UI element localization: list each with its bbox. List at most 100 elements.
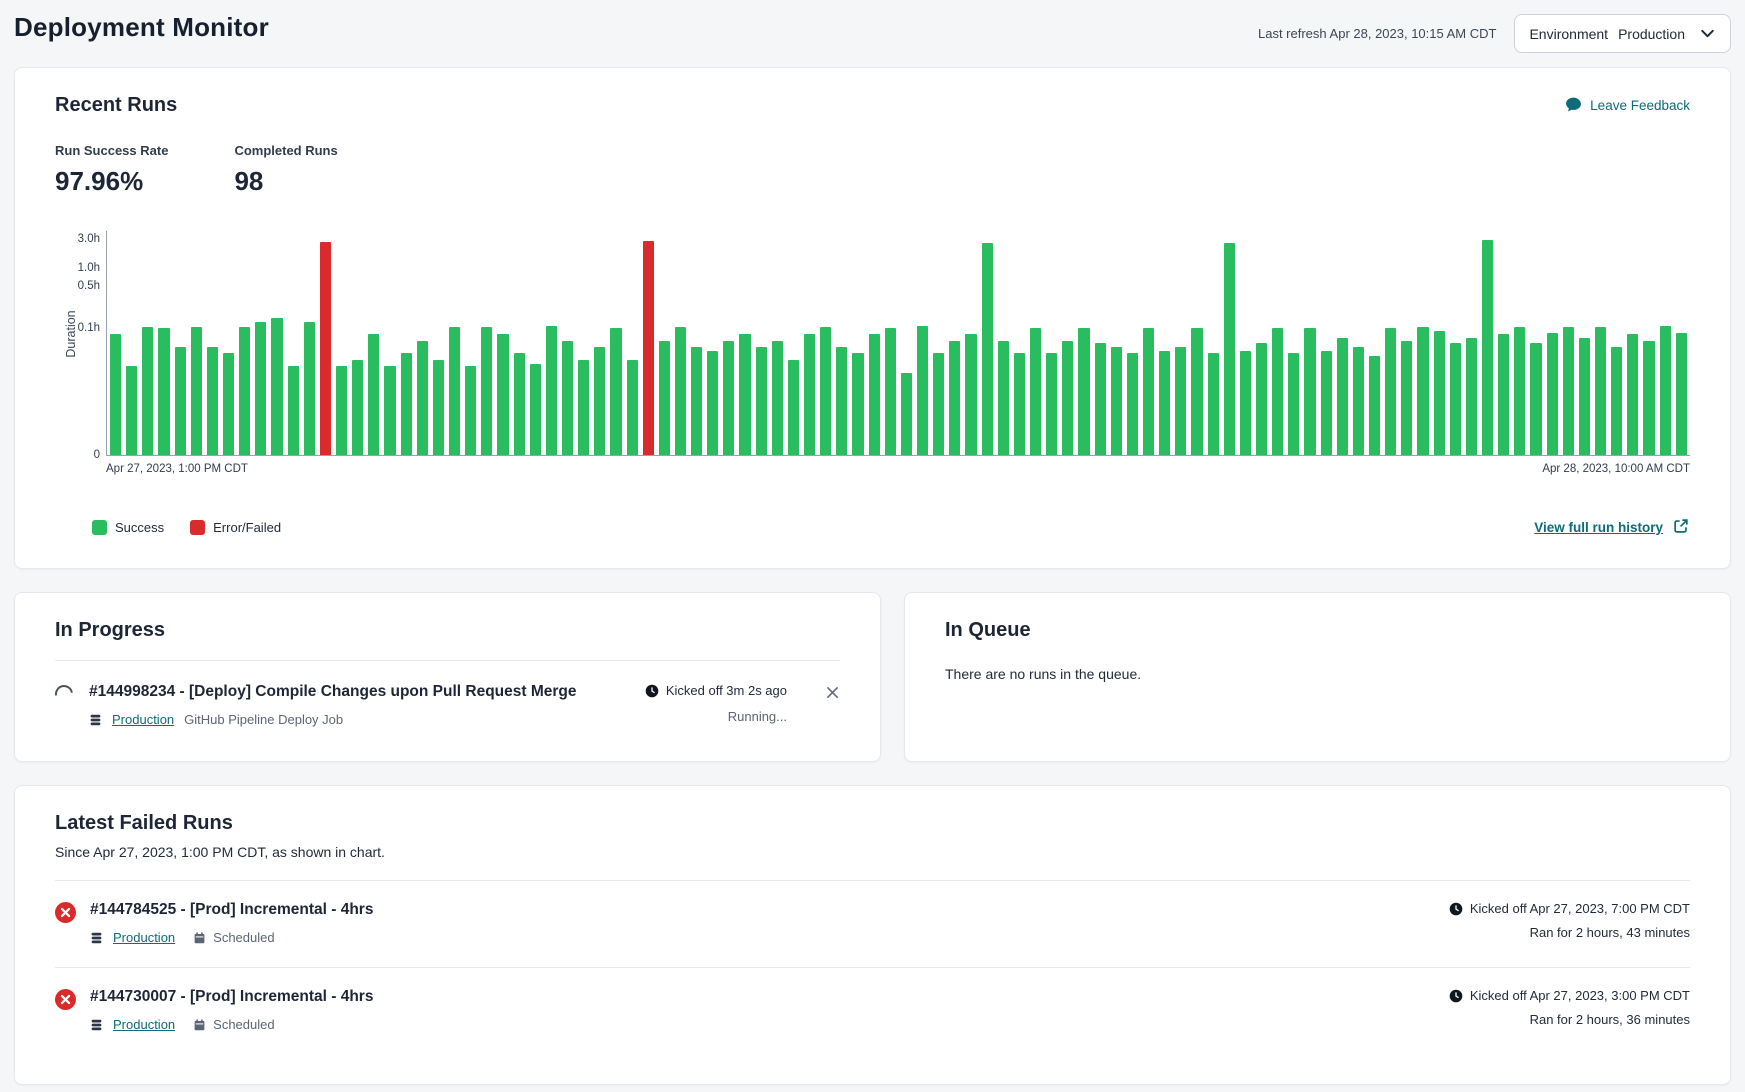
chart-bar-success[interactable]	[982, 243, 993, 455]
chart-bar-success[interactable]	[1030, 328, 1041, 455]
chart-bar-success[interactable]	[1288, 353, 1299, 455]
chart-bar-success[interactable]	[1385, 328, 1396, 455]
chart-bar-success[interactable]	[594, 347, 605, 455]
chart-bar-success[interactable]	[255, 322, 266, 455]
chart-bar-success[interactable]	[1450, 343, 1461, 455]
chart-bar-success[interactable]	[1530, 343, 1541, 455]
chart-bar-success[interactable]	[223, 353, 234, 455]
environment-link[interactable]: Production	[112, 712, 174, 727]
chart-bar-success[interactable]	[158, 328, 169, 455]
chart-bar-success[interactable]	[804, 334, 815, 455]
chart-bar-success[interactable]	[271, 318, 282, 455]
chart-bar-success[interactable]	[691, 347, 702, 455]
chart-bar-success[interactable]	[1417, 327, 1428, 455]
chart-bar-success[interactable]	[1676, 333, 1687, 455]
chart-bar-success[interactable]	[384, 366, 395, 455]
chart-bar-success[interactable]	[449, 327, 460, 455]
chart-bar-success[interactable]	[1159, 351, 1170, 455]
chart-bar-success[interactable]	[1046, 353, 1057, 455]
chart-bar-success[interactable]	[869, 334, 880, 455]
chart-bar-success[interactable]	[239, 327, 250, 455]
chart-bar-success[interactable]	[1498, 334, 1509, 455]
chart-bar-success[interactable]	[1095, 343, 1106, 455]
chart-bar-success[interactable]	[1337, 338, 1348, 455]
chart-bar-success[interactable]	[1611, 347, 1622, 455]
chart-bar-success[interactable]	[1304, 328, 1315, 456]
environment-dropdown[interactable]: Environment Production	[1514, 14, 1731, 53]
chart-bar-success[interactable]	[739, 334, 750, 455]
chart-bar-success[interactable]	[401, 353, 412, 455]
chart-bar-success[interactable]	[1547, 333, 1558, 455]
close-icon[interactable]	[825, 685, 840, 705]
chart-bar-success[interactable]	[191, 327, 202, 455]
chart-bar-success[interactable]	[901, 373, 912, 456]
chart-bar-success[interactable]	[998, 341, 1009, 455]
chart-bar-success[interactable]	[1353, 347, 1364, 455]
chart-bar-success[interactable]	[1369, 356, 1380, 455]
chart-bar-success[interactable]	[659, 341, 670, 455]
chart-bar-success[interactable]	[1643, 341, 1654, 455]
chart-bar-success[interactable]	[126, 366, 137, 455]
chart-bar-success[interactable]	[836, 347, 847, 455]
chart-bar-success[interactable]	[788, 360, 799, 455]
chart-bar-success[interactable]	[546, 326, 557, 456]
chart-bar-success[interactable]	[1175, 347, 1186, 455]
chart-bar-success[interactable]	[465, 366, 476, 455]
chart-bar-success[interactable]	[1127, 353, 1138, 455]
chart-bar-success[interactable]	[1208, 353, 1219, 455]
environment-link[interactable]: Production	[113, 1017, 175, 1032]
chart-bar-success[interactable]	[1078, 328, 1089, 455]
chart-bar-success[interactable]	[610, 328, 621, 455]
chart-bar-success[interactable]	[368, 334, 379, 455]
chart-bar-success[interactable]	[1579, 338, 1590, 455]
chart-bar-success[interactable]	[1062, 341, 1073, 455]
environment-link[interactable]: Production	[113, 930, 175, 945]
chart-bar-success[interactable]	[1014, 353, 1025, 455]
chart-bar-success[interactable]	[885, 328, 896, 455]
chart-bar-success[interactable]	[1111, 347, 1122, 455]
view-full-run-history-link[interactable]: View full run history	[1534, 517, 1690, 538]
chart-bar-success[interactable]	[965, 334, 976, 455]
chart-bar-success[interactable]	[756, 347, 767, 455]
chart-bar-success[interactable]	[1256, 343, 1267, 455]
chart-bar-success[interactable]	[772, 341, 783, 455]
chart-bar-success[interactable]	[1563, 327, 1574, 455]
chart-bar-success[interactable]	[820, 327, 831, 455]
chart-bar-success[interactable]	[288, 366, 299, 455]
chart-bar-success[interactable]	[336, 366, 347, 455]
chart-bar-success[interactable]	[562, 341, 573, 455]
chart-bar-success[interactable]	[949, 341, 960, 455]
chart-bar-success[interactable]	[1482, 240, 1493, 456]
chart-bar-success[interactable]	[1627, 334, 1638, 455]
chart-bar-success[interactable]	[207, 347, 218, 455]
chart-bar-success[interactable]	[417, 341, 428, 455]
chart-bar-success[interactable]	[433, 360, 444, 455]
chart-bar-success[interactable]	[497, 334, 508, 455]
chart-bar-success[interactable]	[1660, 326, 1671, 456]
chart-bar-success[interactable]	[1595, 327, 1606, 455]
chart-bar-success[interactable]	[514, 353, 525, 455]
chart-bar-success[interactable]	[530, 364, 541, 455]
chart-bar-success[interactable]	[1191, 328, 1202, 455]
chart-bar-success[interactable]	[723, 341, 734, 455]
chart-bar-success[interactable]	[627, 360, 638, 455]
chart-bar-success[interactable]	[1321, 351, 1332, 455]
chart-bar-success[interactable]	[110, 334, 121, 455]
chart-bar-success[interactable]	[352, 360, 363, 455]
chart-bar-success[interactable]	[917, 326, 928, 456]
chart-bar-failed[interactable]	[320, 242, 331, 455]
chart-bar-success[interactable]	[1466, 338, 1477, 455]
chart-bar-success[interactable]	[852, 353, 863, 455]
chart-bar-success[interactable]	[175, 347, 186, 455]
chart-bar-success[interactable]	[933, 353, 944, 455]
chart-bar-success[interactable]	[142, 327, 153, 455]
chart-bar-success[interactable]	[304, 322, 315, 455]
chart-bar-success[interactable]	[1434, 331, 1445, 456]
chart-bar-failed[interactable]	[643, 241, 654, 455]
chart-bar-success[interactable]	[1514, 327, 1525, 455]
chart-bar-success[interactable]	[1240, 351, 1251, 455]
chart-bar-success[interactable]	[481, 327, 492, 455]
chart-bar-success[interactable]	[1143, 328, 1154, 455]
chart-bar-success[interactable]	[578, 360, 589, 455]
chart-bar-success[interactable]	[675, 327, 686, 455]
